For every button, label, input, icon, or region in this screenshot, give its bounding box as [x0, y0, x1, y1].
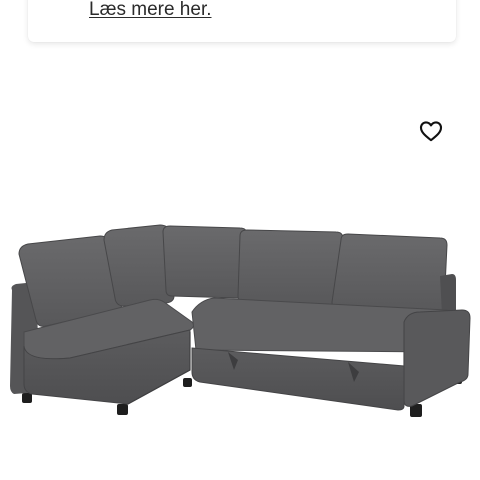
product-page: Læs mere her.: [0, 0, 480, 480]
heart-icon: [419, 121, 443, 142]
read-more-link[interactable]: Læs mere her.: [89, 0, 212, 20]
sofa-image: [10, 224, 471, 417]
favorite-button[interactable]: [417, 118, 445, 144]
